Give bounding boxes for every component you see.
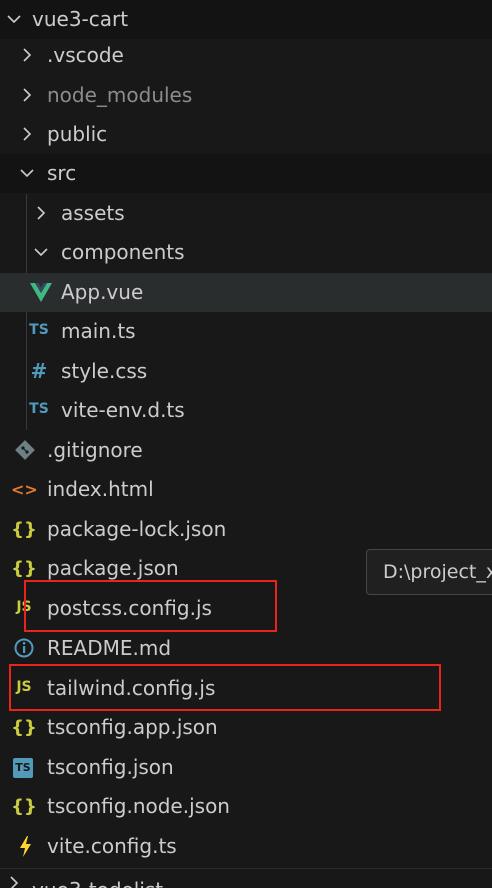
highlight-box-tailwind bbox=[9, 664, 441, 711]
folder-label: src bbox=[47, 161, 77, 185]
path-tooltip: D:\project_x bbox=[366, 549, 492, 595]
file-label: style.css bbox=[61, 359, 148, 383]
file-row-vite-env[interactable]: TS vite-env.d.ts bbox=[0, 391, 492, 430]
json-braces-icon: {} bbox=[11, 519, 37, 540]
file-row-gitignore[interactable]: .gitignore bbox=[0, 431, 492, 470]
git-icon bbox=[12, 431, 38, 470]
tsconfig-icon: TS bbox=[13, 758, 33, 778]
folder-row-vue3-todolist[interactable]: vue3-todolist bbox=[0, 868, 492, 888]
file-row-app-vue[interactable]: App.vue bbox=[0, 273, 492, 312]
folder-row-vscode[interactable]: .vscode bbox=[0, 36, 492, 75]
chevron-right-icon bbox=[31, 203, 51, 223]
file-explorer: vue3-cart .vscode node_modules public sr… bbox=[0, 0, 492, 888]
file-row-main-ts[interactable]: TS main.ts bbox=[0, 312, 492, 351]
folder-label: vue3-todolist bbox=[32, 871, 163, 888]
chevron-down-icon bbox=[4, 9, 24, 29]
file-row-style-css[interactable]: # style.css bbox=[0, 352, 492, 391]
chevron-down-icon bbox=[31, 242, 51, 262]
chevron-right-icon bbox=[4, 873, 24, 888]
vite-bolt-icon bbox=[12, 827, 38, 866]
json-braces-icon: {} bbox=[11, 796, 37, 817]
file-row-package-lock-json[interactable]: {} package-lock.json bbox=[0, 510, 492, 549]
file-row-vite-config[interactable]: vite.config.ts bbox=[0, 827, 492, 866]
chevron-right-icon bbox=[17, 45, 37, 65]
file-label: vite.config.ts bbox=[47, 834, 177, 858]
file-label: App.vue bbox=[61, 280, 144, 304]
typescript-icon: TS bbox=[29, 322, 49, 338]
file-label: vite-env.d.ts bbox=[61, 398, 185, 422]
file-label: tsconfig.node.json bbox=[47, 794, 230, 818]
folder-row-components[interactable]: components bbox=[0, 233, 492, 272]
file-label: main.ts bbox=[61, 319, 136, 343]
chevron-right-icon bbox=[17, 124, 37, 144]
folder-row-src[interactable]: src bbox=[0, 154, 492, 193]
file-label: tsconfig.app.json bbox=[47, 715, 218, 739]
folder-row-assets[interactable]: assets bbox=[0, 194, 492, 233]
file-row-tsconfig-node[interactable]: {} tsconfig.node.json bbox=[0, 787, 492, 826]
css-hash-icon: # bbox=[30, 359, 48, 383]
folder-row-node-modules[interactable]: node_modules bbox=[0, 76, 492, 115]
folder-label: public bbox=[47, 122, 108, 146]
html-icon: <> bbox=[11, 480, 38, 499]
file-label: index.html bbox=[47, 477, 154, 501]
highlight-box-postcss bbox=[24, 580, 277, 632]
folder-row-public[interactable]: public bbox=[0, 115, 492, 154]
folder-label: components bbox=[61, 240, 185, 264]
typescript-icon: TS bbox=[29, 401, 49, 417]
folder-label: vue3-cart bbox=[32, 7, 129, 31]
folder-label: assets bbox=[61, 201, 125, 225]
folder-label: .vscode bbox=[47, 43, 124, 67]
file-row-readme[interactable]: README.md bbox=[0, 629, 492, 668]
info-icon bbox=[11, 629, 37, 668]
vue-icon bbox=[28, 273, 54, 312]
file-row-tsconfig-app[interactable]: {} tsconfig.app.json bbox=[0, 708, 492, 747]
file-label: .gitignore bbox=[47, 438, 143, 462]
chevron-down-icon bbox=[17, 163, 37, 183]
file-row-tsconfig-json[interactable]: TS tsconfig.json bbox=[0, 748, 492, 787]
folder-row-vue3-cart[interactable]: vue3-cart bbox=[0, 0, 492, 39]
file-label: package-lock.json bbox=[47, 517, 227, 541]
file-row-index-html[interactable]: <> index.html bbox=[0, 470, 492, 509]
folder-label: node_modules bbox=[47, 83, 193, 107]
file-label: tsconfig.json bbox=[47, 755, 174, 779]
file-label: README.md bbox=[47, 636, 172, 660]
json-braces-icon: {} bbox=[11, 717, 37, 738]
chevron-right-icon bbox=[17, 85, 37, 105]
